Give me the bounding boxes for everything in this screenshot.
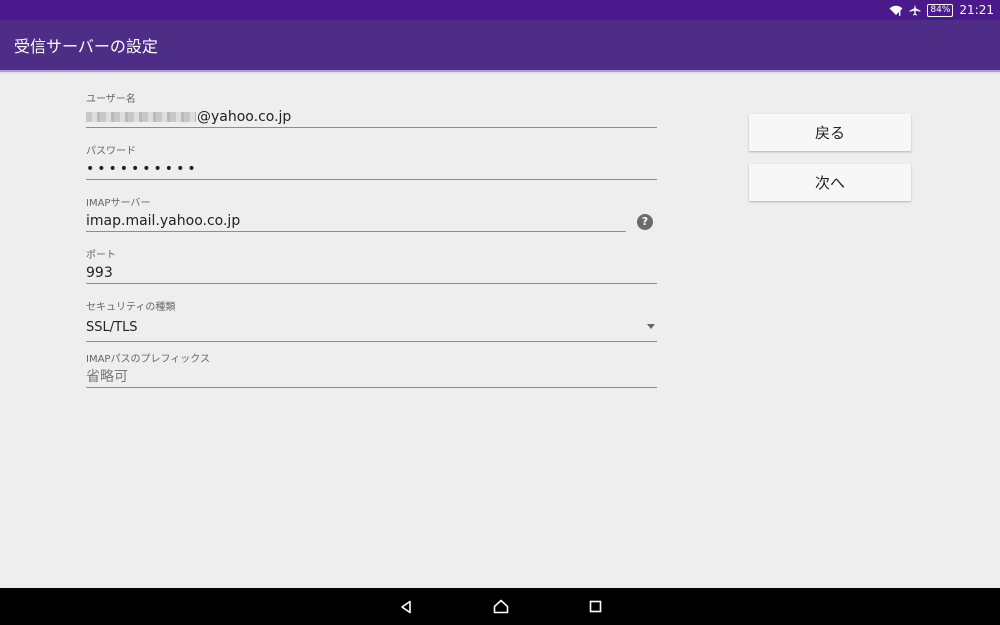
imap-server-input[interactable]: imap.mail.yahoo.co.jp xyxy=(86,210,626,232)
imap-prefix-label: IMAPパスのプレフィックス xyxy=(86,354,210,365)
username-input[interactable]: @yahoo.co.jp xyxy=(86,106,657,128)
wifi-icon xyxy=(889,5,903,16)
password-input[interactable]: •••••••••• xyxy=(86,158,657,180)
port-input[interactable]: 993 xyxy=(86,262,657,284)
next-button[interactable]: 次へ xyxy=(749,164,911,201)
username-label: ユーザー名 xyxy=(86,94,136,105)
app-bar-divider xyxy=(0,70,1000,72)
home-icon[interactable] xyxy=(493,599,509,614)
dropdown-arrow-icon[interactable] xyxy=(647,324,655,329)
app-bar: 受信サーバーの設定 xyxy=(0,20,1000,70)
page-title: 受信サーバーの設定 xyxy=(14,37,158,56)
status-bar: 84% 21:21 xyxy=(0,0,1000,20)
back-icon[interactable] xyxy=(399,600,413,614)
imap-server-field[interactable]: IMAPサーバー imap.mail.yahoo.co.jp xyxy=(86,198,626,232)
battery-indicator: 84% xyxy=(927,3,954,17)
username-field[interactable]: ユーザー名 @yahoo.co.jp xyxy=(86,94,657,128)
navigation-bar xyxy=(0,588,1000,625)
security-type-label: セキュリティの種類 xyxy=(86,302,176,313)
port-field[interactable]: ポート 993 xyxy=(86,250,657,284)
redacted-username xyxy=(86,112,196,122)
security-type-select[interactable]: SSL/TLS xyxy=(86,314,657,342)
back-button[interactable]: 戻る xyxy=(749,114,911,151)
airplane-icon xyxy=(909,4,921,16)
password-label: パスワード xyxy=(86,146,136,157)
imap-prefix-input[interactable]: 省略可 xyxy=(86,366,657,388)
recents-icon[interactable] xyxy=(589,600,602,613)
username-domain: @yahoo.co.jp xyxy=(197,109,292,125)
password-field[interactable]: パスワード •••••••••• xyxy=(86,146,657,180)
clock: 21:21 xyxy=(959,3,994,17)
imap-prefix-field[interactable]: IMAPパスのプレフィックス 省略可 xyxy=(86,354,657,388)
help-icon[interactable]: ? xyxy=(637,214,653,230)
security-type-field[interactable]: セキュリティの種類 SSL/TLS xyxy=(86,302,657,342)
port-label: ポート xyxy=(86,250,116,261)
imap-server-label: IMAPサーバー xyxy=(86,198,151,209)
